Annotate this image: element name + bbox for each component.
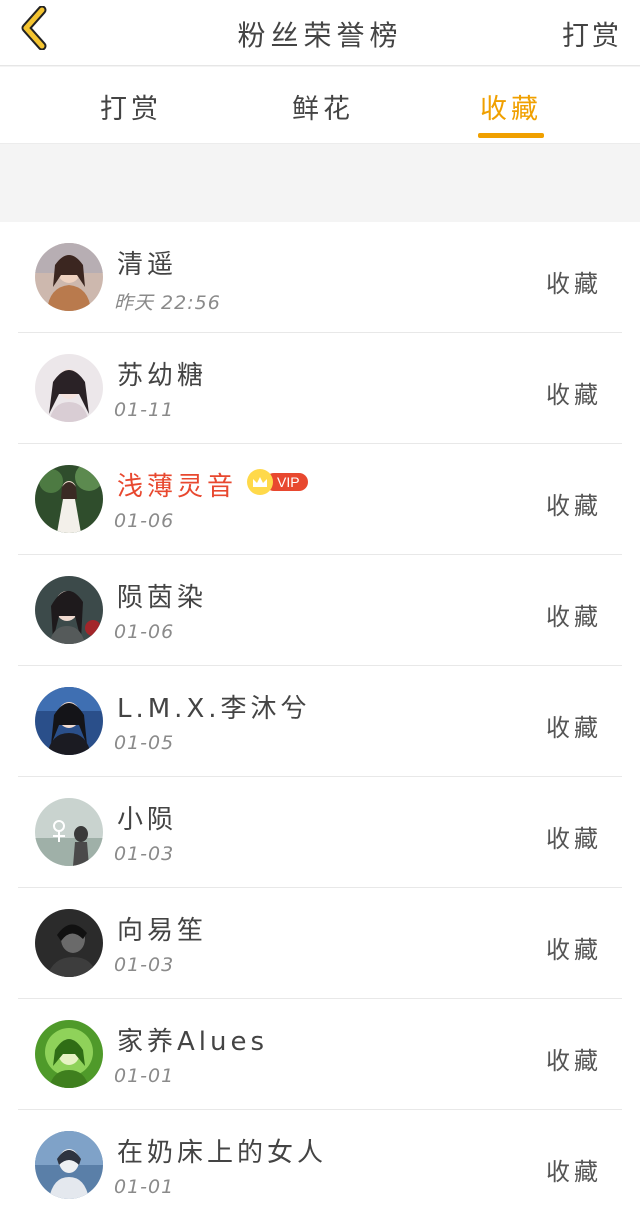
- tab-favorites[interactable]: 收藏: [480, 87, 542, 126]
- avatar[interactable]: [35, 243, 103, 311]
- timestamp: 01-03: [114, 954, 175, 976]
- avatar[interactable]: [35, 687, 103, 755]
- fan-list: 清遥 昨天 22:56 收藏 苏幼糖 01-11 收藏 浅薄灵音 VIP 01-…: [0, 222, 640, 1217]
- avatar[interactable]: [35, 798, 103, 866]
- user-name: 小陨: [117, 805, 178, 835]
- list-item[interactable]: L.M.X.李沐兮 01-05 收藏: [18, 666, 622, 777]
- timestamp: 01-06: [114, 621, 175, 643]
- user-name: 浅薄灵音: [117, 472, 238, 502]
- user-name: 在奶床上的女人: [117, 1138, 328, 1168]
- favorite-label: 收藏: [546, 936, 602, 964]
- tab-bar: 打赏 鲜花 收藏: [0, 67, 640, 144]
- user-name: 苏幼糖: [117, 361, 208, 391]
- favorite-label: 收藏: [546, 270, 602, 298]
- timestamp: 01-05: [114, 732, 175, 754]
- avatar[interactable]: [35, 354, 103, 422]
- active-tab-indicator: [478, 133, 544, 138]
- header-bar: 粉丝荣誉榜 打赏: [0, 0, 640, 66]
- list-item[interactable]: 在奶床上的女人 01-01 收藏: [18, 1110, 622, 1217]
- favorite-label: 收藏: [546, 714, 602, 742]
- user-name: L.M.X.李沐兮: [117, 694, 311, 724]
- timestamp: 01-11: [114, 399, 175, 421]
- user-name: 家养Alues: [117, 1027, 269, 1057]
- header-reward-button[interactable]: 打赏: [562, 14, 622, 53]
- timestamp: 01-03: [114, 843, 175, 865]
- list-item[interactable]: 浅薄灵音 VIP 01-06 收藏: [18, 444, 622, 555]
- avatar[interactable]: [35, 576, 103, 644]
- tab-flowers[interactable]: 鲜花: [292, 87, 354, 126]
- favorite-label: 收藏: [546, 381, 602, 409]
- vip-badge: VIP: [247, 469, 308, 495]
- favorite-label: 收藏: [546, 825, 602, 853]
- timestamp: 01-01: [114, 1176, 175, 1198]
- avatar[interactable]: [35, 909, 103, 977]
- favorite-label: 收藏: [546, 1158, 602, 1186]
- user-name: 向易笙: [117, 916, 208, 946]
- list-item[interactable]: 陨茵染 01-06 收藏: [18, 555, 622, 666]
- crown-icon: [247, 469, 273, 495]
- favorite-label: 收藏: [546, 1047, 602, 1075]
- list-item[interactable]: 苏幼糖 01-11 收藏: [18, 333, 622, 444]
- timestamp: 01-06: [114, 510, 175, 532]
- favorite-label: 收藏: [546, 492, 602, 520]
- list-item[interactable]: 向易笙 01-03 收藏: [18, 888, 622, 999]
- favorite-label: 收藏: [546, 603, 602, 631]
- page-title: 粉丝荣誉榜: [237, 19, 403, 52]
- avatar[interactable]: [35, 1020, 103, 1088]
- list-item[interactable]: 家养Alues 01-01 收藏: [18, 999, 622, 1110]
- user-name: 陨茵染: [117, 583, 208, 613]
- list-item[interactable]: 清遥 昨天 22:56 收藏: [18, 222, 622, 333]
- timestamp: 昨天 22:56: [114, 292, 221, 314]
- user-name: 清遥: [117, 250, 178, 280]
- avatar[interactable]: [35, 465, 103, 533]
- list-item[interactable]: 小陨 01-03 收藏: [18, 777, 622, 888]
- avatar[interactable]: [35, 1131, 103, 1199]
- tab-reward[interactable]: 打赏: [100, 87, 162, 126]
- timestamp: 01-01: [114, 1065, 175, 1087]
